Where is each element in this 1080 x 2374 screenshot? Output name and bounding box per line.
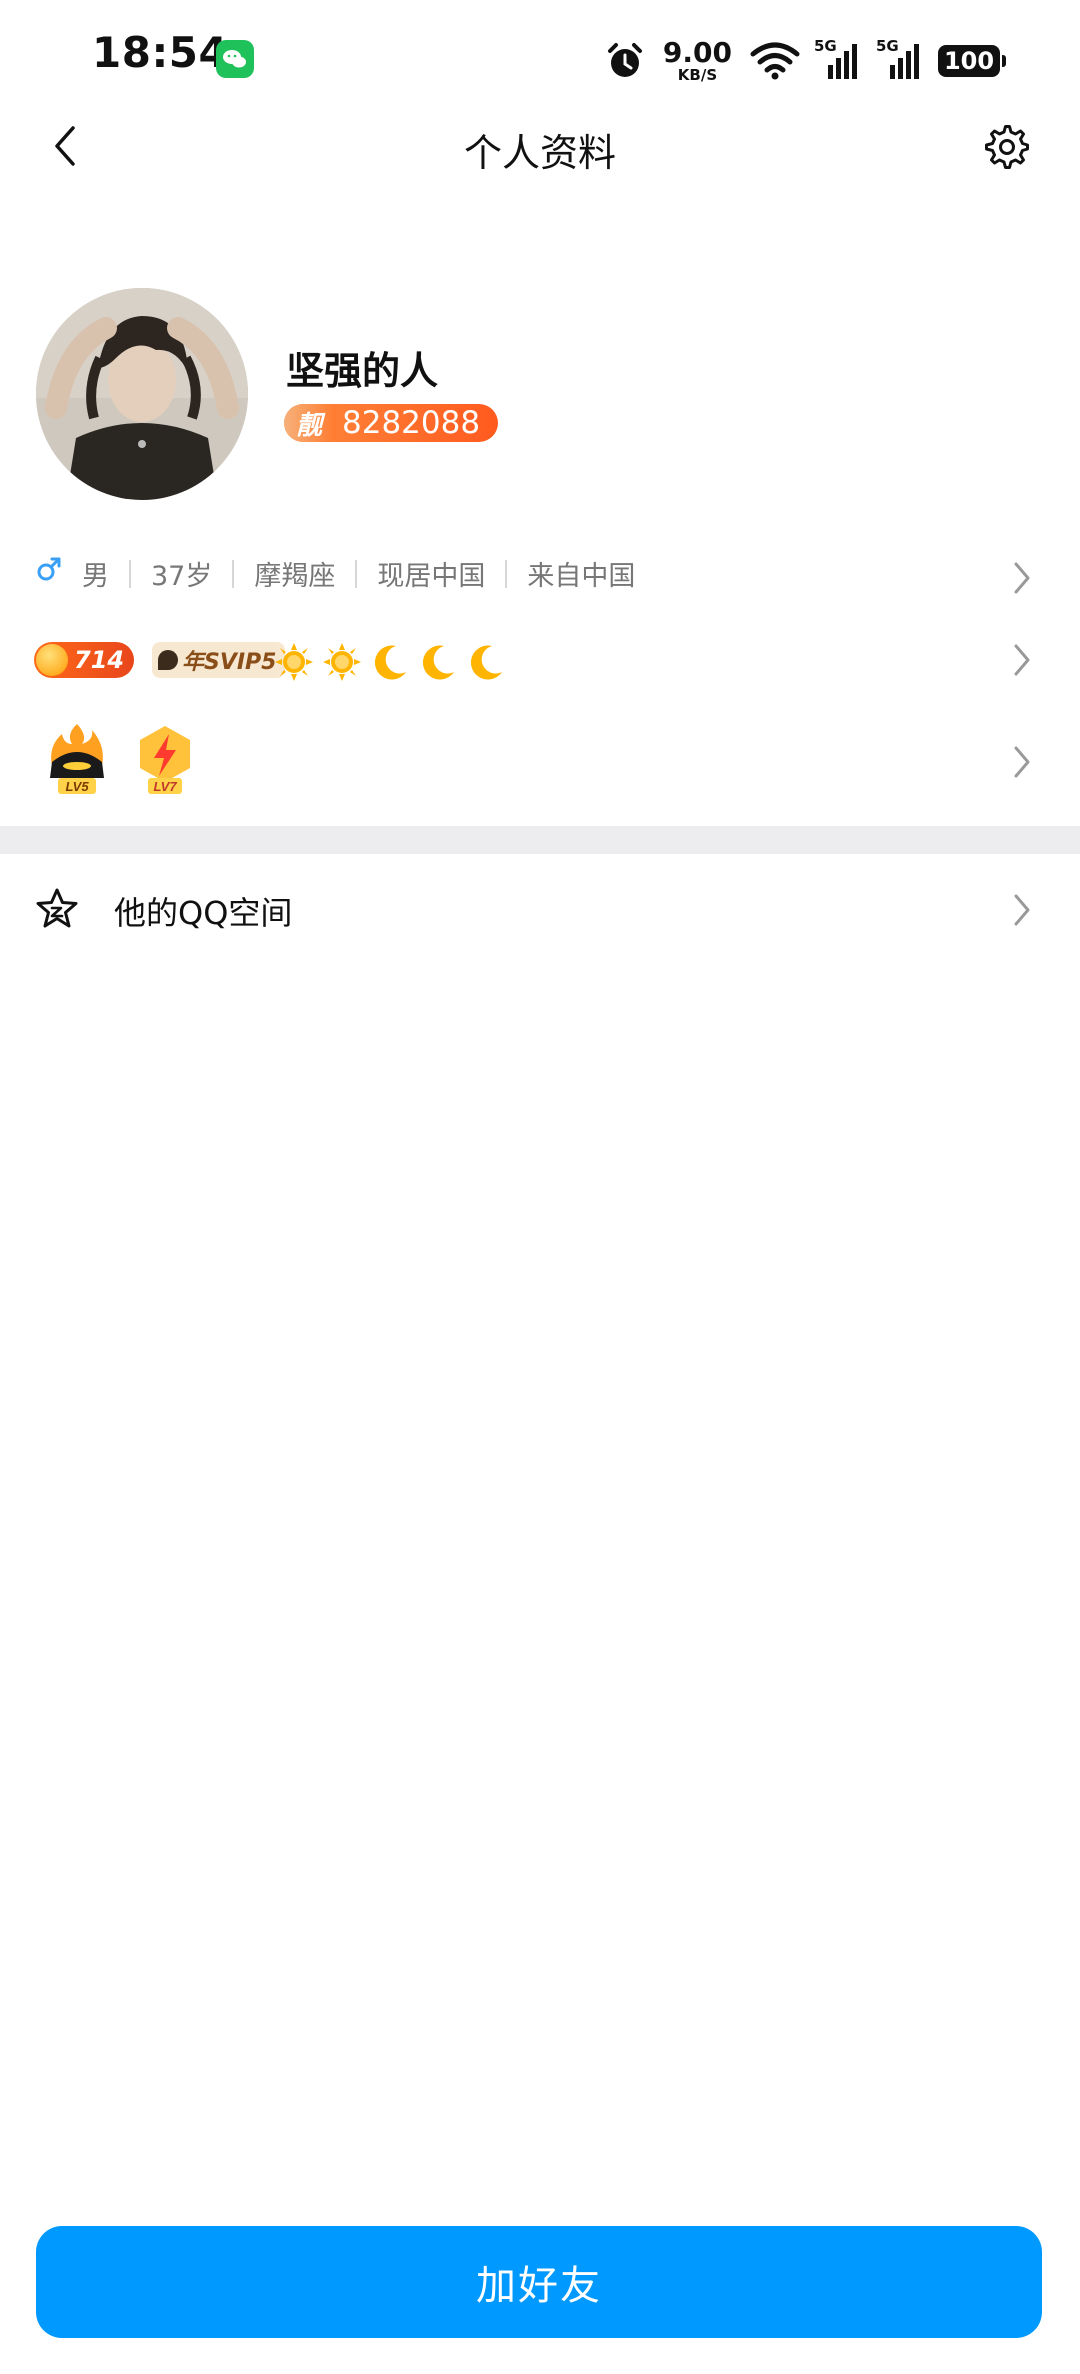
lightning-medal: LV7: [132, 722, 198, 798]
qq-number-badge[interactable]: 靓 8282088: [284, 404, 499, 442]
gear-icon: [985, 125, 1029, 169]
net-speed-unit: KB/S: [677, 66, 718, 84]
chevron-right-icon: [1014, 644, 1030, 676]
status-bar: 18:54 9.00 KB/S 5G 5G 100: [0, 0, 1080, 120]
svip-badge: 年SVIP5: [152, 642, 285, 678]
settings-button[interactable]: [978, 118, 1036, 176]
info-divider: [129, 559, 131, 588]
coin-icon: [36, 644, 68, 676]
chevron-right-icon: [1014, 894, 1030, 926]
wing-icon: [158, 650, 178, 670]
vip-level-row[interactable]: 714 年SVIP5: [0, 632, 1080, 688]
section-divider: [0, 826, 1080, 854]
signal-5g-1: 5G: [814, 37, 862, 81]
active-days: 714: [74, 646, 125, 674]
info-age: 37岁: [151, 561, 213, 592]
basic-info-items: 男 37岁 摩羯座 现居中国 来自中国: [82, 554, 635, 593]
medal-1-label: LV5: [65, 779, 89, 794]
avatar[interactable]: [36, 288, 248, 500]
nickname: 坚强的人: [286, 349, 439, 393]
medal-2-label: LV7: [153, 779, 177, 794]
wifi-icon: [750, 42, 800, 80]
network-speed: 9.00 KB/S: [663, 39, 732, 83]
qzone-label: 他的QQ空间: [114, 894, 293, 932]
sun-icon: [323, 643, 361, 681]
info-hometown: 来自中国: [527, 561, 636, 592]
status-time: 18:54: [92, 28, 229, 77]
nav-bar: 个人资料: [0, 110, 1080, 184]
active-days-badge: 714: [34, 642, 135, 678]
add-friend-button[interactable]: 加好友: [36, 2226, 1042, 2338]
signal-2-label: 5G: [876, 37, 899, 55]
basic-info-row[interactable]: 男 37岁 摩羯座 现居中国 来自中国: [0, 548, 1080, 600]
svip-label: 年SVIP5: [182, 650, 277, 675]
male-icon: [37, 557, 61, 581]
sun-icon: [275, 643, 313, 681]
pretty-number-tag: 靓: [284, 404, 337, 442]
qq-number: 8282088: [342, 405, 481, 441]
signal-1-label: 5G: [814, 37, 837, 55]
qzone-star-icon: [36, 888, 78, 928]
info-gender: 男: [82, 561, 109, 592]
chevron-right-icon: [1014, 562, 1030, 594]
alarm-icon: [607, 43, 642, 77]
moon-icon: [374, 645, 406, 680]
net-speed-value: 9.00: [662, 36, 732, 69]
qq-level-icons: [274, 642, 506, 682]
medal-row[interactable]: LV5 LV7: [0, 722, 1080, 802]
moon-icon: [470, 645, 502, 680]
moon-icon: [422, 645, 454, 680]
info-residence: 现居中国: [377, 561, 486, 592]
status-icons: 9.00 KB/S 5G 5G 100: [605, 34, 1006, 88]
info-divider: [505, 559, 508, 588]
battery-indicator: 100: [938, 45, 1006, 77]
info-zodiac: 摩羯座: [254, 561, 336, 592]
wechat-notification-icon: [216, 40, 254, 78]
flame-helmet-medal: LV5: [44, 722, 110, 798]
info-divider: [232, 559, 235, 588]
qzone-row[interactable]: 他的QQ空间: [0, 872, 1080, 948]
info-divider: [355, 559, 358, 588]
page-title: 个人资料: [463, 131, 616, 175]
chevron-right-icon: [1014, 746, 1030, 778]
profile-screen: 18:54 9.00 KB/S 5G 5G 100 个人资料 坚强的人 靓 82…: [0, 0, 1080, 2374]
signal-5g-2: 5G: [876, 37, 924, 81]
